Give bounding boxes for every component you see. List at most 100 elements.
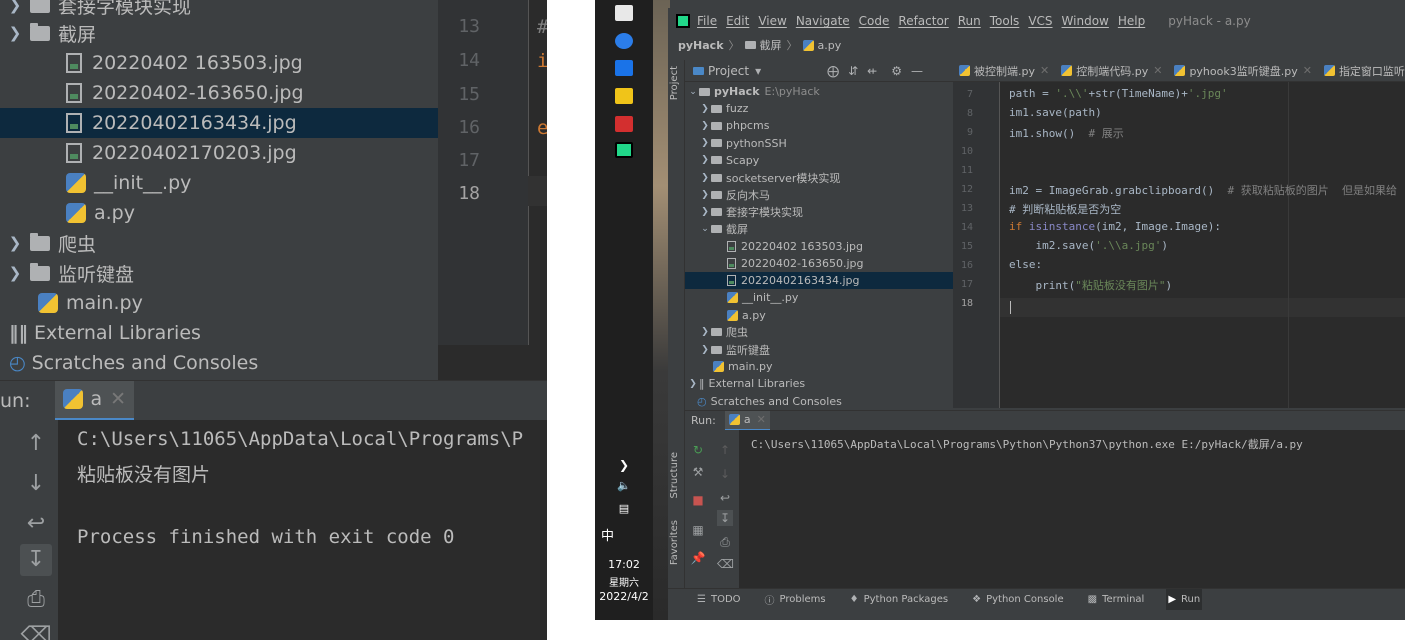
tree-item-keyboard-listener[interactable]: ❯ 监听键盘 xyxy=(0,258,438,288)
project-tree-item[interactable]: ❯ phpcms xyxy=(685,117,953,134)
soft-wrap-icon[interactable]: ↩ xyxy=(20,508,52,540)
run-tab-a[interactable]: a ✕ xyxy=(724,410,770,431)
app-icon[interactable] xyxy=(615,60,633,76)
windows-start-icon[interactable] xyxy=(615,5,633,21)
close-icon[interactable]: ✕ xyxy=(110,388,126,410)
project-tree-item[interactable]: ❯ 反向木马 xyxy=(685,186,953,203)
layout-icon[interactable]: ▦ xyxy=(690,522,706,538)
project-view-selector[interactable]: Project xyxy=(708,64,749,78)
chevron-right-icon[interactable]: ❯ xyxy=(687,379,699,389)
pycharm-icon[interactable] xyxy=(615,142,633,158)
project-tree-item[interactable]: 20220402-163650.jpg xyxy=(685,255,953,272)
soft-wrap-icon[interactable]: ↩ xyxy=(717,490,733,506)
project-tree-item[interactable]: ◴ Scratches and Consoles xyxy=(685,393,953,410)
close-icon[interactable]: ✕ xyxy=(1153,64,1162,77)
clock-time[interactable]: 17:02 xyxy=(595,558,653,571)
menu-help[interactable]: Help xyxy=(1118,14,1145,28)
ime-indicator[interactable]: 中 xyxy=(595,525,653,544)
project-tree-item[interactable]: __init__.py xyxy=(685,289,953,306)
tree-item-jpg-2[interactable]: 20220402-163650.jpg xyxy=(0,78,438,108)
close-icon[interactable]: ✕ xyxy=(1040,64,1049,77)
wrench-icon[interactable]: ⚒ xyxy=(690,464,706,480)
wps-icon[interactable] xyxy=(615,116,633,132)
menu-refactor[interactable]: Refactor xyxy=(898,14,948,28)
chevron-right-icon[interactable]: ❯ xyxy=(699,207,711,217)
network-icon[interactable]: ▤ xyxy=(595,502,653,515)
menu-vcs[interactable]: VCS xyxy=(1028,14,1052,28)
project-tree-item[interactable]: 20220402163434.jpg xyxy=(685,272,953,290)
tree-item-init-py[interactable]: __init__.py xyxy=(0,168,438,198)
project-tree-item[interactable]: main.py xyxy=(685,358,953,375)
todo-tool-button[interactable]: ☰ TODO xyxy=(695,589,743,611)
arrow-down-icon[interactable]: ↓ xyxy=(20,468,52,500)
chevron-right-icon[interactable]: ❯ xyxy=(595,458,653,472)
project-tool-tab[interactable]: Project xyxy=(669,66,680,100)
gear-icon[interactable]: ⚙ xyxy=(891,64,902,78)
volume-icon[interactable]: 🔈 xyxy=(595,479,653,492)
tree-item-jpg-1[interactable]: 20220402 163503.jpg xyxy=(0,48,438,78)
scroll-to-end-icon[interactable]: ↧ xyxy=(717,510,733,526)
run-tool-button[interactable]: ▶ Run xyxy=(1166,588,1203,611)
trash-icon[interactable]: ⌫ xyxy=(717,556,734,572)
project-tree-item[interactable]: 20220402 163503.jpg xyxy=(685,238,953,255)
problems-tool-button[interactable]: ⓘ Problems xyxy=(763,589,828,611)
close-icon[interactable]: ✕ xyxy=(757,413,766,426)
tab-beikong[interactable]: 被控制端.py ✕ xyxy=(953,60,1055,81)
chevron-right-icon[interactable]: ❯ xyxy=(699,173,711,183)
tree-item-a-py[interactable]: a.py xyxy=(0,198,438,228)
chevron-right-icon[interactable]: ❯ xyxy=(0,0,30,14)
tree-item-main-py[interactable]: main.py xyxy=(0,288,438,318)
menu-file[interactable]: File xyxy=(697,14,717,28)
run-tab-a[interactable]: a ✕ xyxy=(54,380,135,421)
project-tree-item[interactable]: ❯ fuzz xyxy=(685,100,953,117)
favorites-tool-tab[interactable]: Favorites xyxy=(669,520,680,565)
chevron-right-icon[interactable]: ❯ xyxy=(699,121,711,131)
print-icon[interactable]: ⎙ xyxy=(20,584,52,616)
project-tree-item[interactable]: ❯ 套接字模块实现 xyxy=(685,203,953,220)
project-tree-item[interactable]: ❯ ‖ External Libraries xyxy=(685,375,953,392)
chevron-right-icon[interactable]: ❯ xyxy=(699,104,711,114)
arrow-up-icon[interactable]: ↑ xyxy=(20,428,52,460)
close-icon[interactable]: ✕ xyxy=(1303,64,1312,77)
chevron-right-icon[interactable]: ❯ xyxy=(699,138,711,148)
chevron-right-icon[interactable]: ❯ xyxy=(0,264,30,282)
tab-kongzhi[interactable]: 控制端代码.py ✕ xyxy=(1055,60,1168,81)
tree-item-screenshot-folder[interactable]: ❯ 截屏 xyxy=(0,18,438,48)
project-tree-item[interactable]: ❯ 监听键盘 xyxy=(685,341,953,358)
folder-icon[interactable] xyxy=(615,88,633,104)
chevron-down-icon[interactable]: ▾ xyxy=(755,64,761,78)
menu-run[interactable]: Run xyxy=(958,14,981,28)
terminal-tool-button[interactable]: ▩ Terminal xyxy=(1086,589,1147,611)
project-tree-item[interactable]: ❯ Scapy xyxy=(685,152,953,169)
arrow-down-icon[interactable]: ↓ xyxy=(717,466,733,482)
menu-edit[interactable]: Edit xyxy=(726,14,749,28)
pin-icon[interactable]: 📌 xyxy=(690,550,706,566)
project-tree-item[interactable]: a.py xyxy=(685,307,953,324)
breadcrumb-folder[interactable]: 截屏 xyxy=(760,37,782,53)
chevron-down-icon[interactable]: ❯ xyxy=(0,24,30,42)
menu-tools[interactable]: Tools xyxy=(990,14,1020,28)
code-editor[interactable]: 7 8 9 10 11 12 13 14 15 16 17 18 path = '.\\'+str(T… xyxy=(953,82,1405,408)
breadcrumb-root[interactable]: pyHack xyxy=(678,39,724,52)
tree-item-socket-module[interactable]: ❯ 套接字模块实现 xyxy=(0,0,438,20)
menu-code[interactable]: Code xyxy=(859,14,890,28)
tree-item-crawler[interactable]: ❯ 爬虫 xyxy=(0,228,438,258)
project-tree-item[interactable]: ❯ pythonSSH xyxy=(685,135,953,152)
locate-icon[interactable]: ⨁ xyxy=(827,64,839,78)
menu-navigate[interactable]: Navigate xyxy=(796,14,850,28)
trash-icon[interactable]: ⌫ xyxy=(20,620,52,640)
python-packages-tool-button[interactable]: ♦ Python Packages xyxy=(848,589,950,611)
print-icon[interactable]: ⎙ xyxy=(717,534,733,550)
stop-icon[interactable]: ■ xyxy=(690,492,706,508)
tab-window-listener[interactable]: 指定窗口监听. xyxy=(1318,60,1405,81)
collapse-all-icon[interactable]: ⇷ xyxy=(867,64,877,78)
chevron-right-icon[interactable]: ❯ xyxy=(0,234,30,252)
chevron-down-icon[interactable]: ⌄ xyxy=(699,224,711,234)
menu-window[interactable]: Window xyxy=(1062,14,1109,28)
expand-all-icon[interactable]: ⇵ xyxy=(848,64,858,78)
project-tree-item[interactable]: ⌄ 截屏 xyxy=(685,221,953,238)
minimize-icon[interactable]: — xyxy=(911,64,923,78)
chevron-right-icon[interactable]: ❯ xyxy=(699,190,711,200)
project-tree-item[interactable]: ⌄ pyHack E:\pyHack xyxy=(685,83,953,100)
menu-view[interactable]: View xyxy=(758,14,786,28)
